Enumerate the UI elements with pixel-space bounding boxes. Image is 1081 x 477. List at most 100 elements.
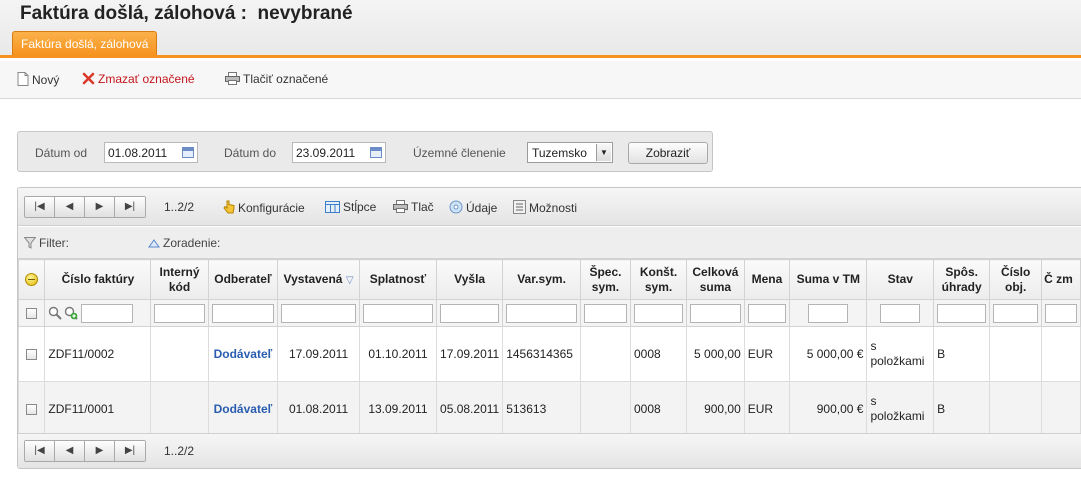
printer-icon [225,72,240,88]
cell-vystavena: 17.09.2011 [277,326,360,382]
delete-button-label: Zmazať označené [98,72,195,86]
filter-input-odberatel[interactable] [211,303,275,323]
column-header[interactable]: Špec. sym. [579,259,632,300]
cell-vystavena: 01.08.2011 [277,381,360,437]
filter-input-stav[interactable] [880,303,921,323]
options-button[interactable]: Možnosti [513,200,577,217]
filter-input-vysla[interactable] [440,303,500,323]
cell-zm [1041,381,1081,437]
cell-mena: EUR [743,381,791,437]
show-button[interactable]: Zobraziť [628,142,708,164]
column-header[interactable]: Stav [866,259,935,300]
select-all-checkbox[interactable] [26,308,38,320]
filter-input-konstsym[interactable] [634,303,684,323]
column-header[interactable]: Spôs. úhrady [933,259,991,300]
column-header[interactable]: Číslo faktúry [44,259,152,300]
print-button-label: Tlačiť označené [243,72,329,86]
filter-input-specsym[interactable] [583,303,627,323]
new-button[interactable]: Nový [17,72,59,89]
config-button[interactable]: Konfigurácie [223,200,305,217]
column-header[interactable]: Celková suma [686,259,745,300]
grid-toolbar-top: |◀ ◀ ▶ ▶| 1..2/2 Konfigurácie Stĺpce Tla… [18,188,1081,226]
invoice-grid: |◀ ◀ ▶ ▶| 1..2/2 Konfigurácie Stĺpce Tla… [17,187,1081,469]
search-icon[interactable] [48,306,63,320]
column-header-label: Vystavená [283,271,343,286]
column-header[interactable]: Mena [743,259,791,300]
cell-konstsym: 0008 [629,326,688,382]
column-header[interactable]: Odberateľ [207,259,279,300]
table-row[interactable]: ZDF11/0002 Dodávateľ 17.09.2011 01.10.20… [18,326,1081,382]
cell-celkova: 5 000,00 [686,326,745,382]
column-header[interactable]: Číslo obj. [989,259,1043,300]
printer-icon [393,200,408,216]
supplier-link[interactable]: Dodávateľ [214,402,273,416]
cell-celkova: 900,00 [686,381,745,437]
cell-cislo: ZDF11/0002 [44,326,152,382]
new-button-label: Nový [32,73,60,87]
date-from-field[interactable]: 01.08.2011 [104,142,198,163]
next-page-button[interactable]: ▶ [85,441,115,461]
filter-label: Filter: [39,236,69,250]
filter-input-sposob[interactable] [937,303,987,323]
column-header[interactable]: Var.sym. [502,259,581,300]
first-page-button[interactable]: |◀ [25,197,55,217]
sort-toggle[interactable]: Zoradenie: [148,236,220,250]
filter-input-suma-tm[interactable] [808,303,849,323]
column-header[interactable]: Suma v TM [789,259,868,300]
columns-button[interactable]: Stĺpce [325,200,376,216]
filter-toggle[interactable]: Filter: [23,236,69,250]
last-page-button[interactable]: ▶| [115,197,145,217]
row-checkbox[interactable] [26,349,38,361]
filter-input-varsym[interactable] [506,303,577,323]
data-button[interactable]: Údaje [449,200,497,217]
cell-cislo-obj [989,381,1043,437]
chevron-down-icon[interactable]: ▼ [596,144,611,161]
date-from-label: Dátum od [35,146,88,160]
print-selected-button[interactable]: Tlačiť označené [225,72,328,88]
territory-select[interactable]: Tuzemsko ▼ [527,142,613,163]
status-column-header[interactable] [18,259,46,300]
disc-icon [449,200,463,217]
column-header[interactable]: Konšt. sym. [629,259,688,300]
filter-input-mena[interactable] [747,303,787,323]
calendar-icon[interactable] [370,147,382,158]
cell-stav: s položkami [866,381,935,437]
supplier-link[interactable]: Dodávateľ [214,347,273,361]
next-page-button[interactable]: ▶ [85,197,115,217]
add-filter-icon[interactable] [64,306,79,320]
table-row[interactable]: ZDF11/0001 Dodávateľ 01.08.2011 13.09.20… [18,381,1081,437]
first-page-button[interactable]: |◀ [25,441,55,461]
cell-splatnost: 13.09.2011 [358,381,438,437]
column-header[interactable]: Splatnosť [358,259,438,300]
last-page-button[interactable]: ▶| [115,441,145,461]
filter-input-cislo-obj[interactable] [993,303,1039,323]
sort-desc-icon: ▽ [345,274,354,286]
cell-varsym: 1456314365 [502,326,581,382]
column-header[interactable]: Vyšla [436,259,504,300]
filter-input-splatnost[interactable] [362,303,434,323]
prev-page-button[interactable]: ◀ [55,197,85,217]
cell-konstsym: 0008 [629,381,688,437]
filter-input-cislo[interactable] [81,303,134,323]
filter-input-celkova[interactable] [690,303,741,323]
pager-buttons: |◀ ◀ ▶ ▶| [24,196,146,218]
column-header-sorted[interactable]: Vystavená ▽ [277,259,360,300]
filter-input-zm[interactable] [1045,303,1077,323]
date-to-field[interactable]: 23.09.2011 [292,142,386,163]
column-header[interactable]: Č zm [1041,259,1081,300]
sort-label: Zoradenie: [163,236,221,250]
cell-cislo-obj [989,326,1043,382]
row-checkbox[interactable] [26,404,38,416]
calendar-icon[interactable] [182,147,194,158]
prev-page-button[interactable]: ◀ [55,441,85,461]
pager-info: 1..2/2 [164,200,195,214]
delete-selected-button[interactable]: Zmazať označené [82,72,195,88]
cell-sposob: B [933,326,991,382]
print-grid-button[interactable]: Tlač [393,200,434,216]
config-label: Konfigurácie [238,201,305,215]
tab-faktura-dosla-zalohova[interactable]: Faktúra došlá, zálohová [12,31,158,55]
filter-input-interny[interactable] [154,303,205,323]
column-header[interactable]: Interný kód [150,259,209,300]
filter-input-vystavena[interactable] [281,303,356,323]
page-title: Faktúra došlá, zálohová : nevybrané [20,3,353,24]
